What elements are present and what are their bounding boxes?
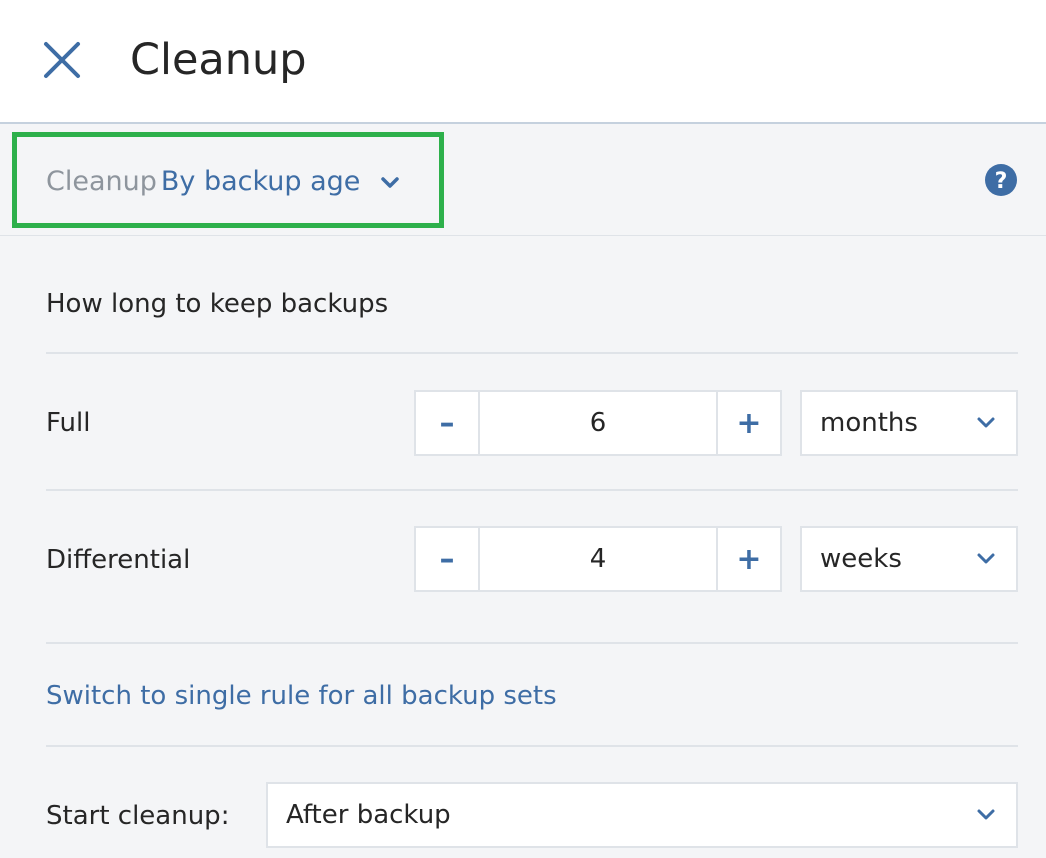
differential-label: Differential [46,545,191,575]
cleanup-mode-dropdown[interactable]: Cleanup By backup age [46,162,407,202]
full-retention-value[interactable]: 6 [480,392,716,454]
help-icon[interactable]: ? [984,163,1018,197]
full-unit-value: months [820,408,918,438]
cleanup-mode-value: By backup age [160,166,361,197]
divider [46,489,1018,491]
header: Cleanup [0,0,1046,124]
full-increment-button[interactable]: + [716,392,780,454]
close-icon[interactable] [40,38,84,82]
differential-retention-stepper: – 4 + [414,526,782,592]
chevron-down-icon [381,176,399,188]
section-title: How long to keep backups [46,289,389,319]
full-label: Full [46,408,91,438]
chevron-down-icon [956,806,1016,824]
start-cleanup-value: After backup [286,800,451,830]
differential-unit-select[interactable]: weeks [800,526,1018,592]
divider [46,745,1018,747]
svg-text:?: ? [995,169,1008,194]
start-cleanup-label: Start cleanup: [46,801,230,831]
start-cleanup-select[interactable]: After backup [266,782,1018,848]
differential-increment-button[interactable]: + [716,528,780,590]
cleanup-mode-prefix: Cleanup [46,166,157,197]
chevron-down-icon [956,550,1016,568]
page-title: Cleanup [130,35,307,85]
full-retention-stepper: – 6 + [414,390,782,456]
full-unit-select[interactable]: months [800,390,1018,456]
full-decrement-button[interactable]: – [416,392,480,454]
differential-decrement-button[interactable]: – [416,528,480,590]
cleanup-mode-bar: Cleanup By backup age ? [0,126,1046,236]
differential-retention-value[interactable]: 4 [480,528,716,590]
divider [46,352,1018,354]
divider [46,642,1018,644]
differential-unit-value: weeks [820,544,902,574]
switch-single-rule-link[interactable]: Switch to single rule for all backup set… [46,676,557,716]
chevron-down-icon [956,414,1016,432]
